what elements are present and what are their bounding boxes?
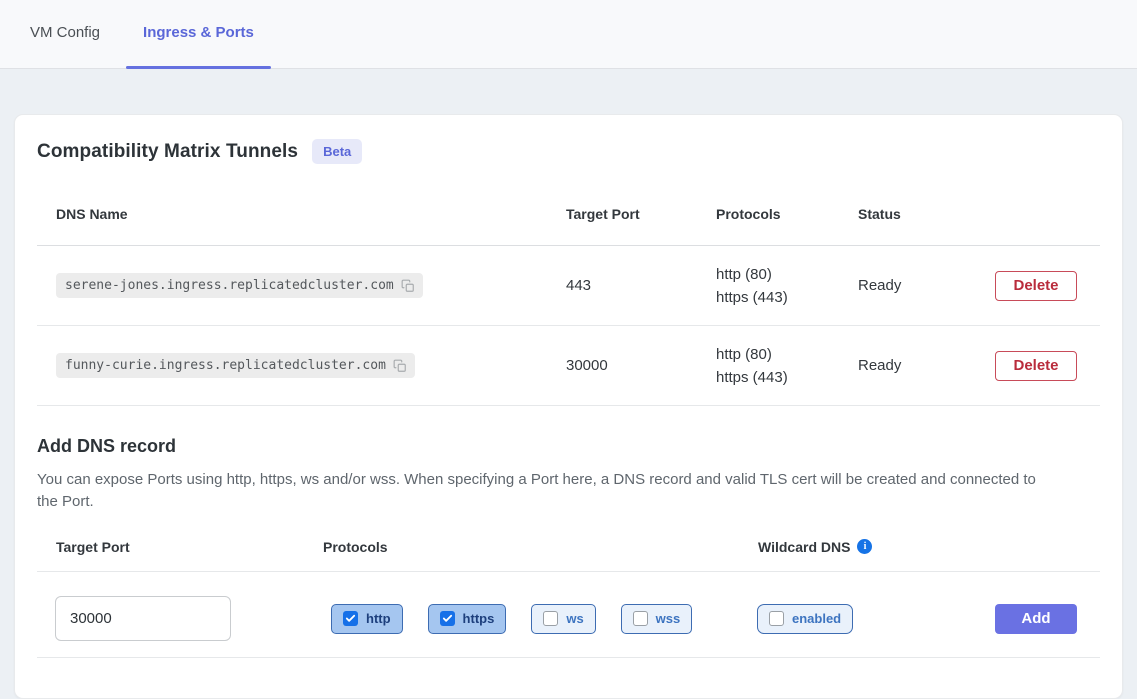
wildcard-checkbox-label: enabled	[792, 611, 841, 626]
protocol-checkbox-wss[interactable]: wss	[621, 604, 693, 634]
beta-badge: Beta	[312, 139, 362, 164]
target-port-input[interactable]	[55, 596, 231, 641]
form-label-protocols: Protocols	[323, 539, 758, 555]
protocol-checkbox-label: wss	[656, 611, 681, 626]
delete-button[interactable]: Delete	[995, 271, 1077, 301]
tab-bar: VM Config Ingress & Ports	[0, 0, 1137, 69]
target-port-cell: 30000	[566, 357, 716, 374]
protocol-checkbox-label: http	[366, 611, 391, 626]
checkbox-unchecked-icon	[769, 611, 784, 626]
protocol-line: http (80)	[716, 264, 858, 285]
protocol-checkbox-group: http https ws wss	[331, 604, 757, 634]
protocol-checkbox-http[interactable]: http	[331, 604, 403, 634]
copy-icon[interactable]	[393, 359, 407, 373]
protocol-checkbox-ws[interactable]: ws	[531, 604, 595, 634]
checkbox-checked-icon	[343, 611, 358, 626]
wildcard-dns-cell: enabled	[757, 604, 995, 634]
form-label-wildcard-dns: Wildcard DNS i	[758, 539, 1077, 555]
wildcard-dns-label-text: Wildcard DNS	[758, 539, 850, 555]
table-row: serene-jones.ingress.replicatedcluster.c…	[37, 246, 1100, 326]
table-header-row: DNS Name Target Port Protocols Status	[37, 182, 1100, 246]
add-dns-record-description: You can expose Ports using http, https, …	[37, 469, 1047, 513]
dns-name-text: serene-jones.ingress.replicatedcluster.c…	[65, 278, 394, 293]
protocol-line: https (443)	[716, 287, 858, 308]
protocol-line: http (80)	[716, 344, 858, 365]
form-label-target-port: Target Port	[56, 539, 323, 555]
table-row: funny-curie.ingress.replicatedcluster.co…	[37, 326, 1100, 406]
protocol-line: https (443)	[716, 367, 858, 388]
checkbox-checked-icon	[440, 611, 455, 626]
target-port-cell: 443	[566, 277, 716, 294]
protocol-checkbox-label: https	[463, 611, 495, 626]
col-header-status: Status	[858, 206, 981, 222]
action-cell: Delete	[995, 271, 1077, 301]
checkbox-unchecked-icon	[543, 611, 558, 626]
dns-pill: serene-jones.ingress.replicatedcluster.c…	[56, 273, 423, 298]
col-header-dns-name: DNS Name	[56, 206, 566, 222]
card-title: Compatibility Matrix Tunnels	[37, 141, 298, 163]
dns-name-cell: funny-curie.ingress.replicatedcluster.co…	[56, 353, 566, 378]
dns-name-text: funny-curie.ingress.replicatedcluster.co…	[65, 358, 386, 373]
dns-name-cell: serene-jones.ingress.replicatedcluster.c…	[56, 273, 566, 298]
dns-pill: funny-curie.ingress.replicatedcluster.co…	[56, 353, 415, 378]
add-form-row: http https ws wss enabled Ad	[37, 572, 1100, 657]
protocol-checkbox-label: ws	[566, 611, 583, 626]
tab-vm-config[interactable]: VM Config	[13, 24, 117, 68]
protocols-cell: http (80) https (443)	[716, 264, 858, 308]
add-dns-record-title: Add DNS record	[37, 436, 1100, 457]
checkbox-unchecked-icon	[633, 611, 648, 626]
status-cell: Ready	[858, 277, 981, 294]
col-header-protocols: Protocols	[716, 206, 858, 222]
tab-ingress-ports[interactable]: Ingress & Ports	[126, 24, 271, 68]
wildcard-enabled-checkbox[interactable]: enabled	[757, 604, 853, 634]
col-header-target-port: Target Port	[566, 206, 716, 222]
target-port-field-cell	[55, 596, 322, 641]
delete-button[interactable]: Delete	[995, 351, 1077, 381]
info-icon[interactable]: i	[857, 539, 872, 554]
protocols-cell: http (80) https (443)	[716, 344, 858, 388]
status-cell: Ready	[858, 357, 981, 374]
card-title-row: Compatibility Matrix Tunnels Beta	[37, 139, 1100, 164]
compatibility-matrix-tunnels-card: Compatibility Matrix Tunnels Beta DNS Na…	[14, 114, 1123, 699]
protocol-checkbox-https[interactable]: https	[428, 604, 507, 634]
add-form-header-row: Target Port Protocols Wildcard DNS i	[37, 537, 1100, 557]
action-cell: Delete	[995, 351, 1077, 381]
copy-icon[interactable]	[401, 279, 415, 293]
add-button[interactable]: Add	[995, 604, 1077, 634]
